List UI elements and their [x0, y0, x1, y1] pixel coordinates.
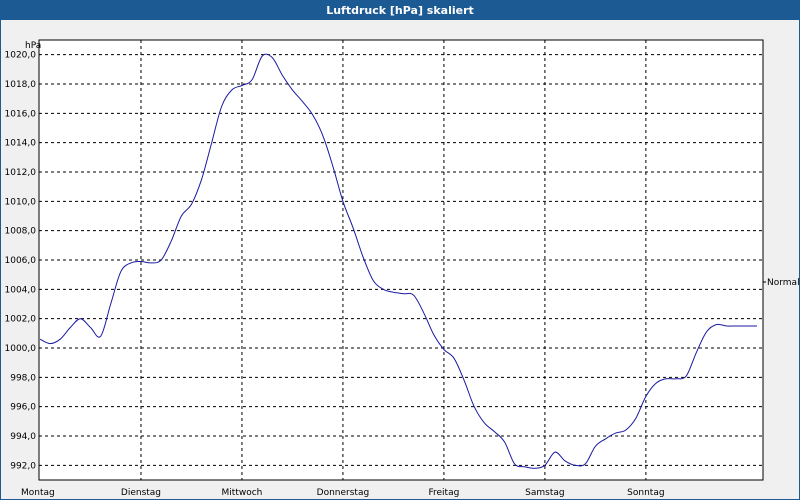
y-tick-label: 1020,0 [5, 51, 37, 61]
y-tick-label: 1010,0 [5, 197, 37, 207]
y-tick-label: 1008,0 [5, 227, 37, 237]
x-tick-day-label: Sonntag [627, 488, 664, 498]
pressure-chart: hPa 992,0 994,0 996,0 998,0 1000,0 1002,0 1004… [5, 39, 799, 498]
y-tick-label: 1006,0 [5, 256, 37, 266]
y-tick-label: 996,0 [10, 403, 36, 413]
x-tick-day-label: Samstag [525, 488, 564, 498]
y-tick-label: 1000,0 [5, 344, 37, 354]
y-tick-label: 992,0 [10, 461, 36, 471]
y-tick-label: 1018,0 [5, 80, 37, 90]
y-tick-label: 1012,0 [5, 168, 37, 178]
normal-reference-label: Normal [767, 278, 799, 288]
x-tick-day-label: Mittwoch [222, 488, 263, 498]
x-tick-day-label: Dienstag [121, 488, 161, 498]
x-tick-day-label: Montag [21, 488, 55, 498]
y-tick-label: 994,0 [10, 432, 36, 442]
x-tick-day-label: Freitag [429, 488, 460, 498]
y-tick-label: 1004,0 [5, 285, 37, 295]
x-tick-day-label: Donnerstag [317, 488, 370, 498]
chart-title: Luftdruck [hPa] skaliert [1, 1, 799, 20]
chart-window: Luftdruck [hPa] skaliert hPa 992,0 994,0 9… [0, 0, 800, 500]
y-tick-label: 998,0 [10, 373, 36, 383]
y-axis-unit-label: hPa [25, 41, 41, 51]
y-tick-label: 1016,0 [5, 109, 37, 119]
y-tick-label: 1002,0 [5, 315, 37, 325]
y-tick-label: 1014,0 [5, 139, 37, 149]
